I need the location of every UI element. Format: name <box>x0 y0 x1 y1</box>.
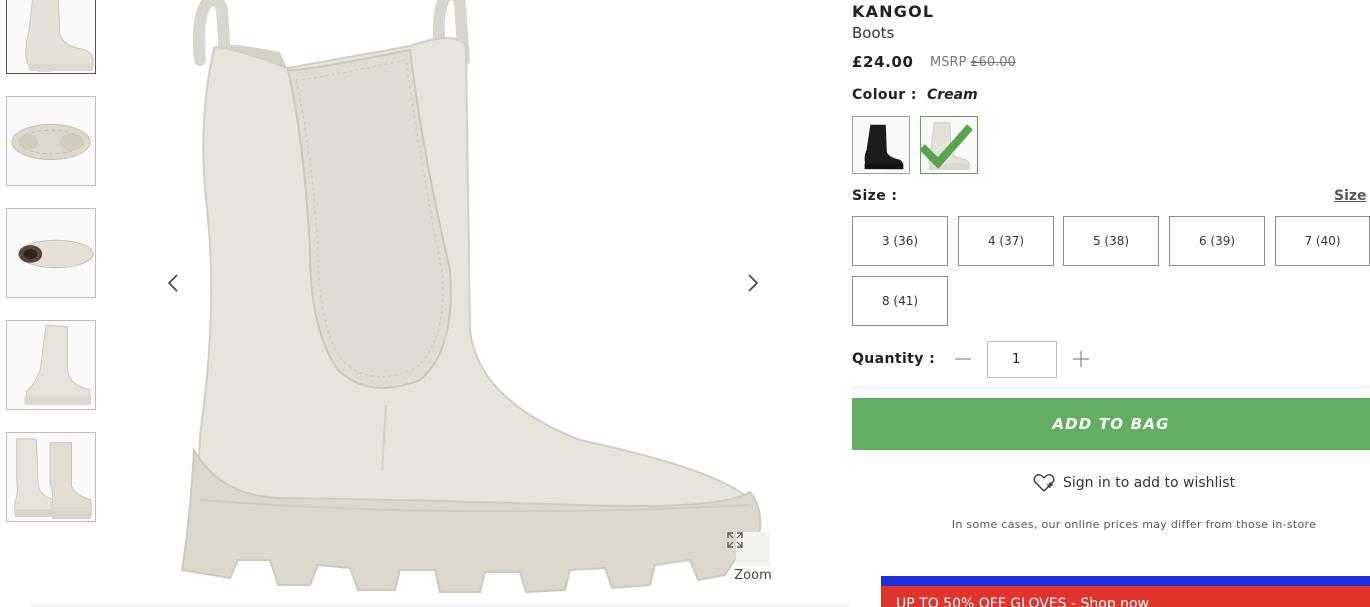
chevron-right-icon <box>748 274 759 292</box>
price-disclaimer: In some cases, our online prices may dif… <box>951 518 1317 531</box>
msrp-price: MSRP £60.00 <box>930 55 1016 70</box>
thumbnail-boot-top[interactable] <box>6 208 96 298</box>
msrp-label: MSRP <box>930 55 967 70</box>
promo-banner[interactable]: UP TO 50% OFF GLOVES - Shop now <box>881 586 1370 607</box>
colour-value: Cream <box>927 87 978 103</box>
msrp-value: £60.00 <box>970 55 1016 70</box>
size-option-8[interactable]: 8 (41) <box>852 276 948 326</box>
boot-pair-thumbnail <box>14 438 92 520</box>
colour-label: Colour : <box>852 87 917 103</box>
next-image-button[interactable] <box>747 273 771 299</box>
size-guide-link[interactable]: Size <box>1334 188 1367 204</box>
boot-back-thumbnail <box>24 324 92 406</box>
cream-boot-illustration <box>180 0 762 594</box>
quantity-decrease-button[interactable] <box>953 349 973 369</box>
promo-text: UP TO 50% OFF GLOVES - Shop now <box>896 596 1150 607</box>
chevron-left-icon <box>167 274 178 292</box>
expand-icon <box>727 532 743 548</box>
minus-icon <box>955 358 971 360</box>
swatch-black[interactable] <box>852 116 910 174</box>
product-main-image: Zoom <box>160 0 800 607</box>
thumbnail-boot-back[interactable] <box>6 320 96 410</box>
divider <box>852 387 1370 388</box>
product-price: £24.00 <box>852 53 914 71</box>
plus-icon <box>1073 351 1089 367</box>
thumbnail-boot-pair[interactable] <box>6 432 96 522</box>
size-option-5[interactable]: 5 (38) <box>1063 216 1159 266</box>
product-brand[interactable]: KANGOL <box>852 2 934 21</box>
add-to-bag-button[interactable]: ADD TO BAG <box>852 398 1370 450</box>
check-icon <box>921 124 973 169</box>
size-label: Size : <box>852 188 898 204</box>
previous-image-button[interactable] <box>167 273 191 299</box>
boot-side-thumbnail <box>25 0 94 72</box>
thumbnail-boot-sole[interactable] <box>6 96 96 186</box>
wishlist-link[interactable]: Sign in to add to wishlist <box>1033 472 1235 494</box>
size-option-6[interactable]: 6 (39) <box>1169 216 1265 266</box>
quantity-input[interactable] <box>987 341 1057 378</box>
quantity-increase-button[interactable] <box>1071 349 1091 369</box>
boot-sole-thumbnail <box>11 123 91 161</box>
heart-plus-icon <box>1033 474 1055 492</box>
thumbnail-boot-side[interactable] <box>6 0 96 74</box>
quantity-label: Quantity : <box>852 351 936 367</box>
boot-top-thumbnail <box>18 239 94 269</box>
zoom-button[interactable]: Zoom <box>727 532 779 584</box>
size-option-3[interactable]: 3 (36) <box>852 216 948 266</box>
size-option-7[interactable]: 7 (40) <box>1275 216 1370 266</box>
product-name: Boots <box>852 24 895 42</box>
size-option-4[interactable]: 4 (37) <box>958 216 1054 266</box>
wishlist-label: Sign in to add to wishlist <box>1063 475 1236 491</box>
promo-stripe <box>881 576 1370 586</box>
swatch-cream[interactable] <box>920 116 978 174</box>
gallery-bottom-shadow <box>30 602 850 607</box>
black-boot-swatch <box>864 124 904 170</box>
zoom-label: Zoom <box>734 568 772 583</box>
